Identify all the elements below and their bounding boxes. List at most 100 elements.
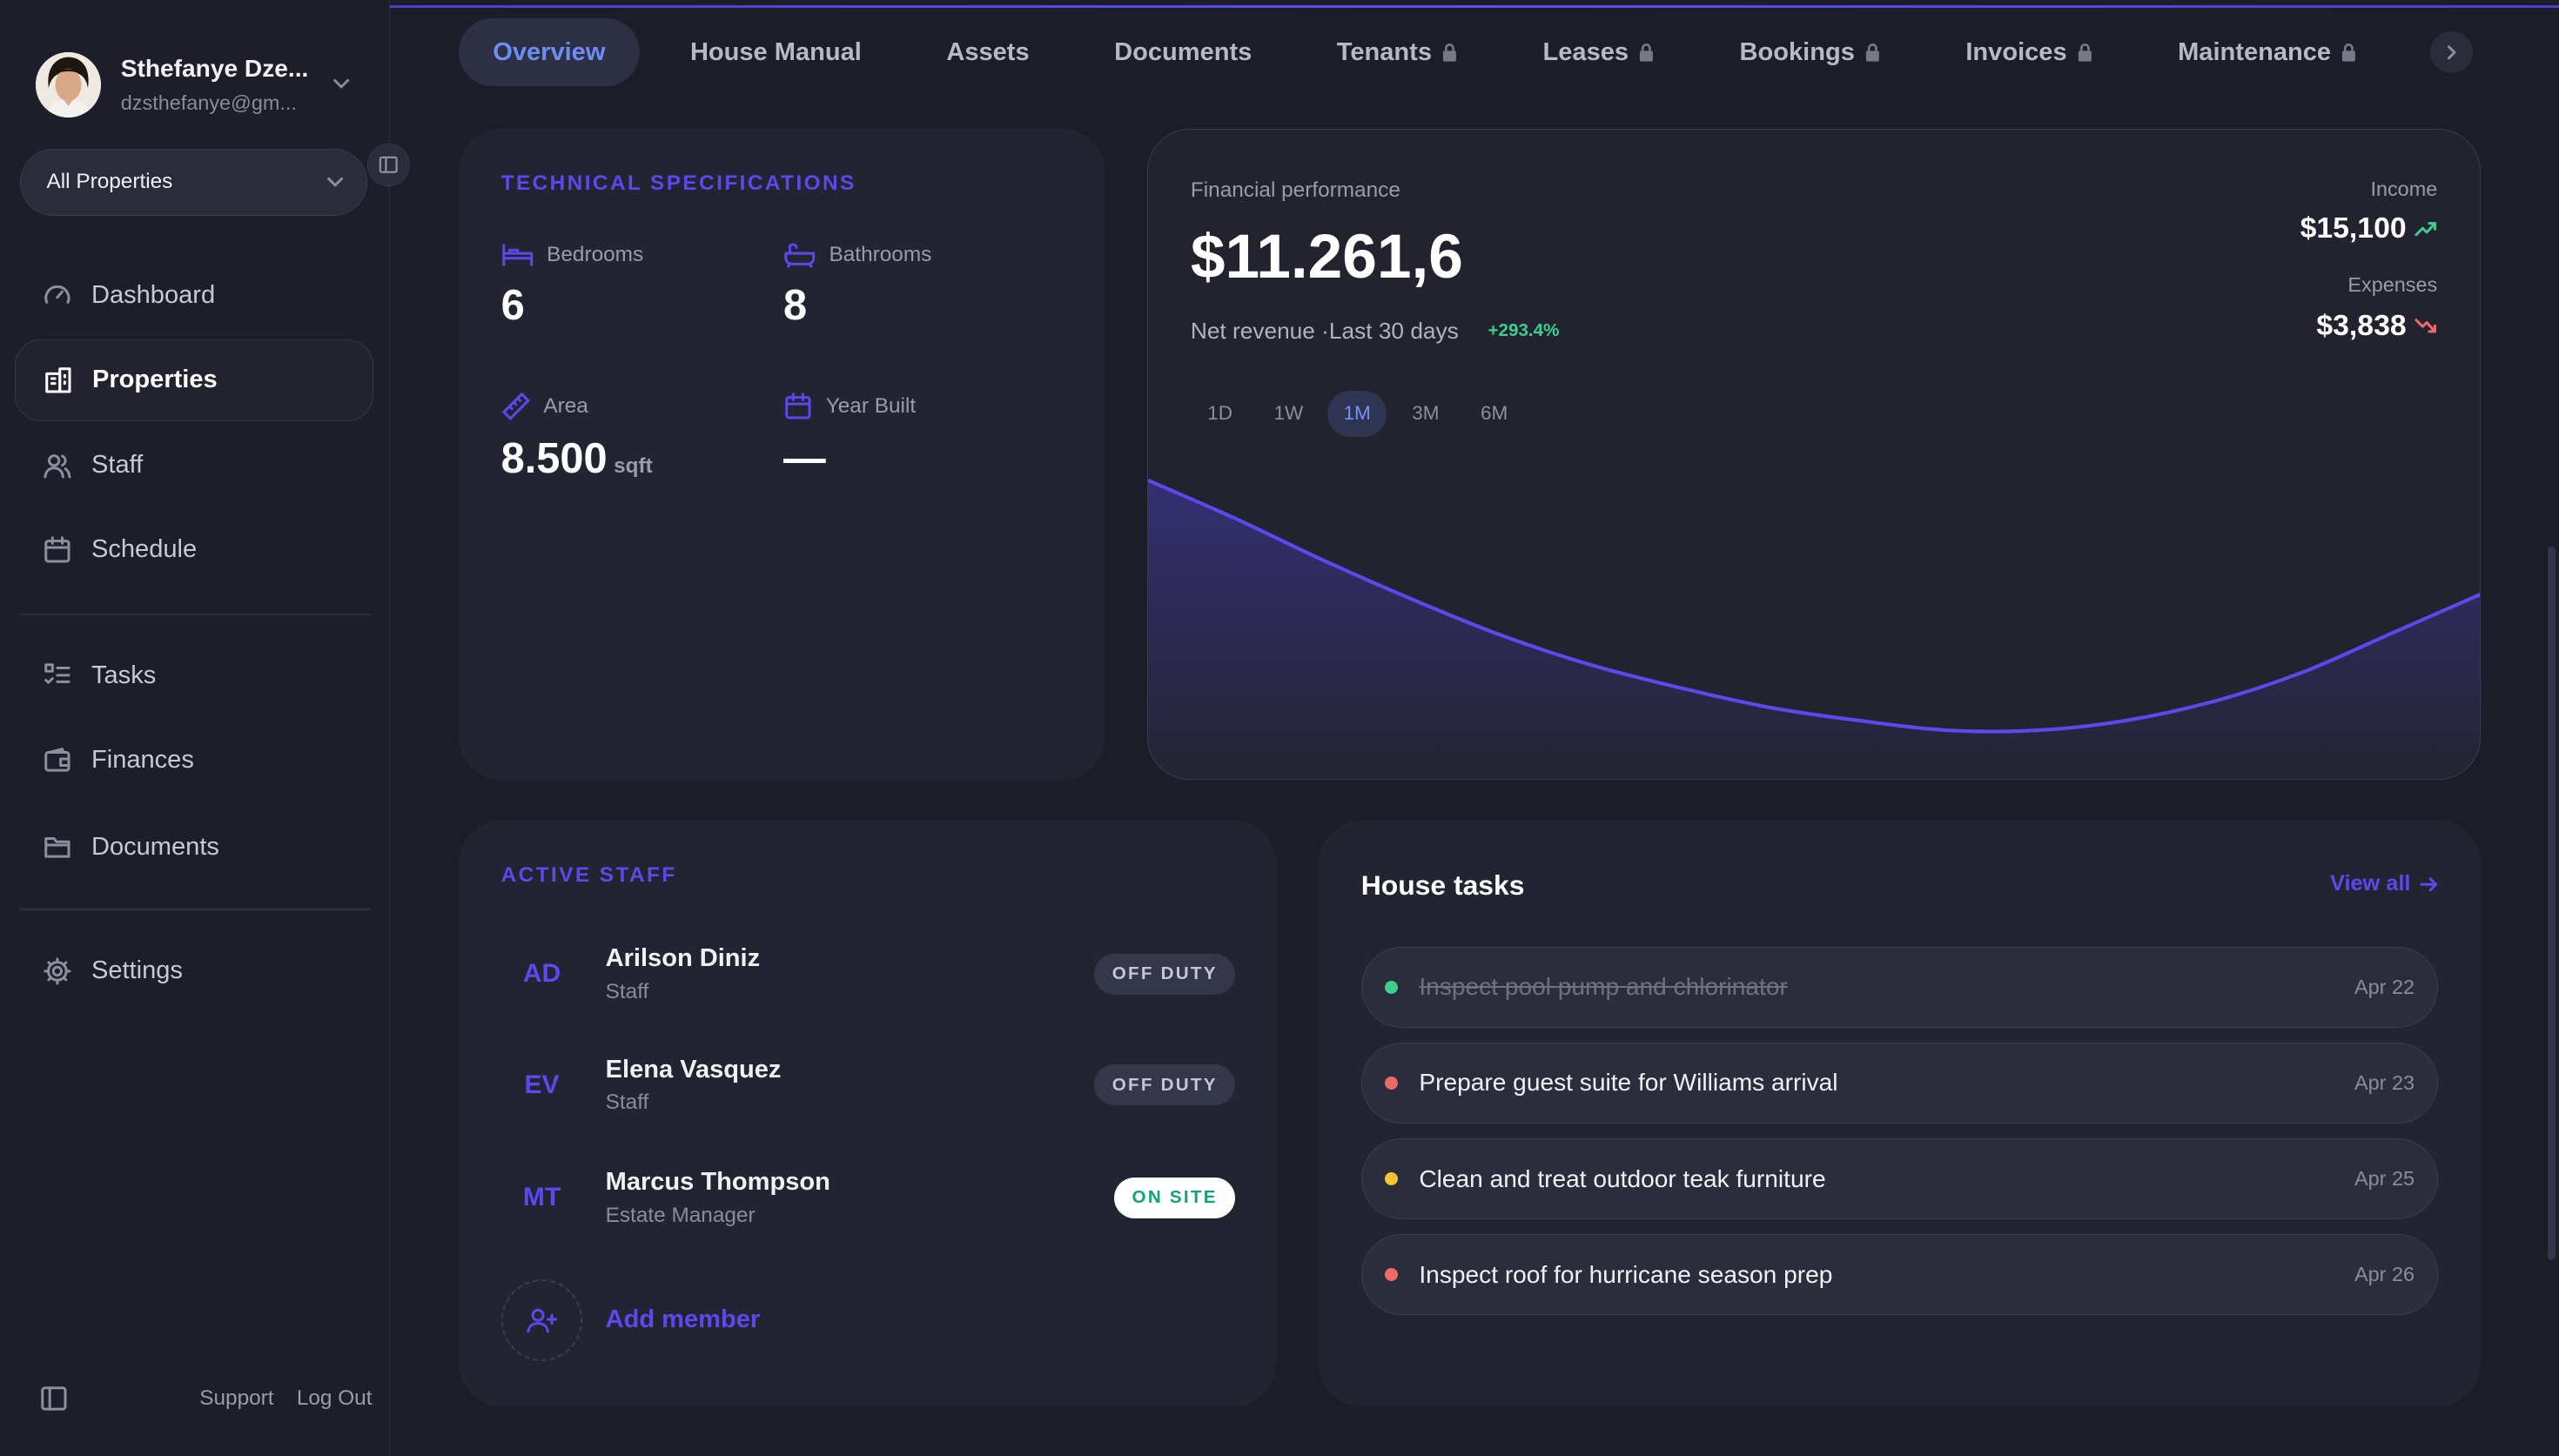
spec-label: Bedrooms	[547, 242, 644, 266]
tab-documents[interactable]: Documents	[1080, 18, 1286, 87]
tab-leases[interactable]: Leases	[1508, 18, 1689, 87]
tab-assets[interactable]: Assets	[912, 18, 1064, 87]
financial-label: Financial performance	[1190, 178, 1400, 203]
checklist-icon	[43, 661, 72, 690]
tab-label: Documents	[1114, 37, 1253, 66]
spec-value: —	[783, 434, 826, 482]
progress-line	[390, 4, 2559, 9]
staff-name: Marcus Thompson	[605, 1168, 830, 1196]
sidebar-item-dashboard[interactable]: Dashboard	[15, 255, 374, 337]
range-button-6m[interactable]: 6M	[1465, 391, 1524, 437]
active-staff-card: ACTIVE STAFF AD Arilson Diniz Staff OFF …	[458, 821, 1277, 1407]
spec-area: Area 8.500 sqft	[501, 392, 653, 483]
range-button-1w[interactable]: 1W	[1259, 391, 1319, 437]
chevron-down-icon[interactable]	[330, 72, 353, 95]
staff-role: Staff	[605, 1090, 649, 1115]
net-revenue-subtitle: Net revenue ·Last 30 days +293.4%	[1191, 318, 1560, 345]
task-date: Apr 23	[2354, 1070, 2415, 1094]
technical-specifications-card: TECHNICAL SPECIFICATIONS Bedrooms 6 Bath…	[458, 129, 1105, 781]
time-range-selector: 1D 1W 1M 3M 6M	[1191, 391, 1524, 437]
spec-label: Year Built	[825, 393, 917, 418]
bathtub-icon	[783, 242, 816, 268]
collapse-sidebar-button[interactable]	[366, 144, 410, 186]
task-item[interactable]: Inspect roof for hurricane season prep Ap…	[1360, 1233, 2439, 1316]
income-label: Income	[2370, 177, 2438, 200]
add-member-label: Add member	[605, 1305, 761, 1334]
tab-overview[interactable]: Overview	[458, 17, 640, 87]
sidebar-item-settings[interactable]: Settings	[15, 930, 374, 1012]
sidebar-item-label: Dashboard	[91, 280, 216, 309]
chevron-down-icon	[324, 171, 346, 193]
arrow-right-icon	[2419, 875, 2439, 895]
tab-tenants[interactable]: Tenants	[1302, 18, 1492, 87]
sidebar-item-schedule[interactable]: Schedule	[15, 509, 374, 591]
task-item[interactable]: Prepare guest suite for Williams arrival…	[1360, 1042, 2439, 1124]
scrollbar-thumb[interactable]	[2547, 547, 2556, 1260]
income-amount: $15,100	[2300, 211, 2407, 245]
logout-link[interactable]: Log Out	[297, 1386, 373, 1411]
staff-row[interactable]: AD Arilson Diniz Staff OFF DUTY	[501, 938, 1236, 1010]
tabs-next-button[interactable]	[2429, 30, 2473, 74]
staff-initials: EV	[524, 1070, 560, 1099]
tab-label: House Manual	[689, 37, 862, 66]
property-selector[interactable]: All Properties	[19, 148, 367, 216]
bed-icon	[501, 242, 534, 268]
staff-role: Staff	[605, 979, 649, 1003]
sidebar-item-documents[interactable]: Documents	[15, 806, 374, 888]
tab-house-manual[interactable]: House Manual	[656, 18, 897, 87]
sidebar-item-staff[interactable]: Staff	[15, 425, 374, 507]
gear-icon	[43, 956, 72, 986]
spec-label: Area	[543, 393, 588, 418]
staff-row[interactable]: EV Elena Vasquez Staff OFF DUTY	[501, 1050, 1236, 1122]
tab-maintenance[interactable]: Maintenance	[2144, 18, 2392, 87]
priority-dot	[1385, 1172, 1398, 1185]
task-date: Apr 25	[2354, 1167, 2415, 1190]
spec-bedrooms: Bedrooms 6	[501, 242, 644, 330]
task-date: Apr 22	[2354, 975, 2415, 998]
staff-name: Elena Vasquez	[605, 1055, 782, 1084]
tab-label: Leases	[1542, 37, 1629, 66]
user-email: dzsthefanye@gm...	[120, 91, 297, 114]
tab-label: Invoices	[1965, 37, 2067, 66]
range-button-1m[interactable]: 1M	[1327, 391, 1387, 437]
support-link[interactable]: Support	[199, 1386, 273, 1411]
range-button-3m[interactable]: 3M	[1396, 391, 1455, 437]
lock-icon	[1864, 43, 1881, 63]
revenue-change: +293.4%	[1488, 320, 1560, 341]
sidebar-item-tasks[interactable]: Tasks	[15, 634, 374, 716]
calendar-icon	[783, 392, 813, 421]
calendar-icon	[43, 535, 72, 565]
priority-dot	[1385, 1076, 1398, 1090]
user-name: Sthefanye Dze...	[120, 55, 309, 83]
task-item[interactable]: Inspect pool pump and chlorinator Apr 22	[1360, 946, 2439, 1029]
add-member-button[interactable]: Add member	[500, 1279, 761, 1361]
spec-value: 8.500 sqft	[501, 434, 653, 483]
folder-icon	[43, 832, 72, 862]
section-title: ACTIVE STAFF	[500, 862, 677, 887]
task-item[interactable]: Clean and treat outdoor teak furniture Ap…	[1360, 1137, 2439, 1220]
staff-role: Estate Manager	[605, 1203, 756, 1227]
range-button-1d[interactable]: 1D	[1191, 391, 1250, 437]
sidebar-item-finances[interactable]: Finances	[15, 720, 374, 802]
user-menu[interactable]: Sthefanye Dze... dzsthefanye@gm...	[36, 50, 362, 119]
view-all-link[interactable]: View all	[2330, 871, 2438, 896]
staff-initials: AD	[522, 959, 561, 989]
status-badge: ON SITE	[1113, 1177, 1236, 1218]
card-title: House tasks	[1360, 869, 1525, 902]
avatar	[36, 52, 102, 117]
net-revenue-amount: $11.261,6	[1190, 222, 1463, 292]
users-icon	[43, 451, 72, 480]
building-icon	[44, 366, 73, 395]
sidebar-item-properties[interactable]: Properties	[14, 339, 374, 421]
tab-bar: Overview House Manual Assets Documents Tenan…	[458, 17, 2408, 87]
status-badge: OFF DUTY	[1094, 1064, 1236, 1106]
sidebar-toggle-icon[interactable]	[39, 1384, 69, 1413]
expenses-value: $3,838	[2316, 309, 2437, 343]
tab-bookings[interactable]: Bookings	[1705, 18, 1915, 87]
sidebar-item-label: Properties	[92, 366, 218, 394]
sidebar-divider	[19, 909, 371, 911]
tab-invoices[interactable]: Invoices	[1931, 18, 2127, 87]
staff-row[interactable]: MT Marcus Thompson Estate Manager ON SIT…	[501, 1162, 1236, 1234]
task-title: Inspect pool pump and chlorinator	[1419, 973, 1788, 1001]
net-revenue-period: Net revenue ·Last 30 days	[1190, 317, 1459, 344]
